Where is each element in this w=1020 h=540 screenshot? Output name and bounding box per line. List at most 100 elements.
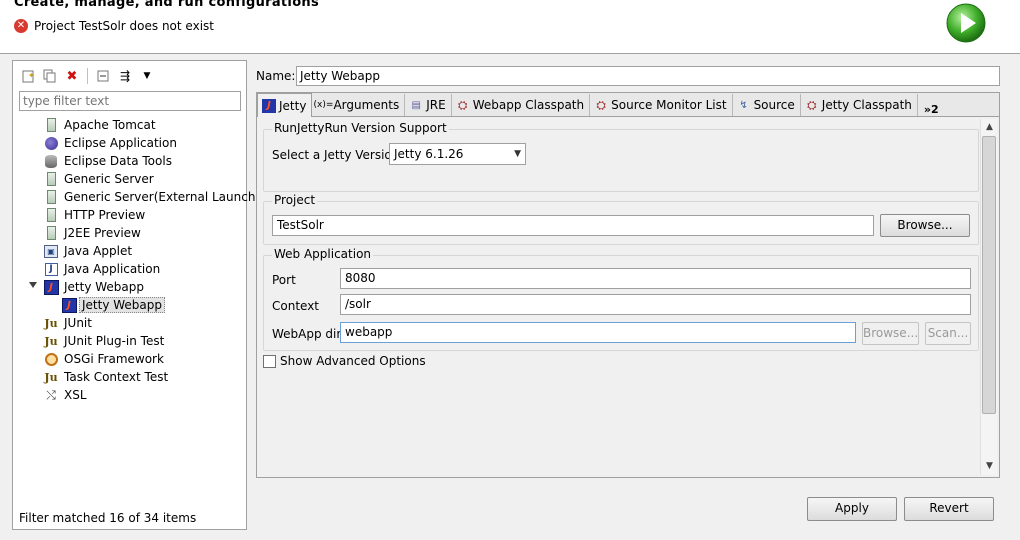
filter-icon[interactable]: ⇶ [116, 67, 134, 85]
tab-source[interactable]: ↯ Source [733, 94, 801, 116]
tab-jre[interactable]: ▤ JRE [405, 94, 452, 116]
tree-item-generic-server-external[interactable]: Generic Server(External Launch) [13, 188, 260, 206]
classpath-icon: ⛭ [596, 97, 606, 112]
jetty-icon: J [61, 297, 77, 313]
advanced-options-checkbox[interactable]: Show Advanced Options [263, 354, 426, 368]
tabs-overflow-button[interactable]: »2 [918, 103, 939, 116]
server-icon [43, 207, 59, 223]
tree-item-generic-server[interactable]: Generic Server [13, 170, 246, 188]
filter-input[interactable] [19, 91, 241, 111]
tree-item-junit[interactable]: Ju JUnit [13, 314, 246, 332]
junit-icon: Ju [44, 316, 58, 330]
project-group: Project TestSolr Browse... [263, 193, 979, 245]
dropdown-icon[interactable]: ▼ [138, 67, 156, 85]
config-list-panel: ✦ ✖ ⇶ ▼ Apache Tomcat Eclipse Applicatio… [12, 60, 260, 530]
osgi-icon [43, 351, 59, 367]
dialog-title: Create, manage, and run configurations [14, 0, 320, 10]
context-input[interactable]: /solr [340, 294, 971, 315]
revert-button[interactable]: Revert [904, 497, 994, 521]
server-icon [43, 117, 59, 133]
webapp-group: Web Application Port 8080 Context /solr … [263, 247, 979, 351]
tab-jetty[interactable]: J Jetty [257, 93, 313, 117]
toolbar-separator [87, 68, 88, 84]
webapp-scan-button[interactable]: Scan... [925, 322, 971, 345]
tree-item-task-context-test[interactable]: Ju Task Context Test [13, 368, 246, 386]
collapse-all-icon[interactable] [94, 67, 112, 85]
tree-item-junit-plugin-test[interactable]: Ju JUnit Plug-in Test [13, 332, 246, 350]
xsl-icon: ⤭ [46, 387, 56, 402]
error-message: ✕ Project TestSolr does not exist [14, 19, 214, 33]
tab-webapp-classpath[interactable]: ⛭ Webapp Classpath [452, 94, 591, 116]
tree-item-jetty-webapp-category[interactable]: J Jetty Webapp [13, 278, 246, 296]
duplicate-icon[interactable] [41, 67, 59, 85]
tree-item-xsl[interactable]: ⤭ XSL [13, 386, 246, 404]
scroll-down-icon[interactable]: ▼ [981, 458, 998, 475]
tree-item-osgi-framework[interactable]: OSGi Framework [13, 350, 246, 368]
classpath-icon: ⛭ [806, 97, 817, 112]
webapp-browse-button[interactable]: Browse... [862, 322, 919, 345]
server-icon [43, 171, 59, 187]
port-label: Port [272, 273, 296, 287]
tree-item-j2ee-preview[interactable]: J2EE Preview [13, 224, 246, 242]
server-icon [43, 189, 59, 205]
project-input[interactable]: TestSolr [272, 215, 874, 236]
port-input[interactable]: 8080 [340, 268, 971, 289]
scroll-thumb[interactable] [982, 136, 996, 414]
error-message-text: Project TestSolr does not exist [34, 19, 214, 33]
checkbox-box[interactable] [263, 354, 276, 368]
scroll-up-icon[interactable]: ▲ [981, 119, 998, 136]
apply-button[interactable]: Apply [807, 497, 897, 521]
arguments-icon: (x)= [313, 100, 334, 110]
config-toolbar: ✦ ✖ ⇶ ▼ [19, 65, 156, 87]
tree-item-jetty-webapp-config[interactable]: J Jetty Webapp [13, 296, 246, 314]
tab-source-monitor-list[interactable]: ⛭ Source Monitor List [590, 94, 733, 116]
vertical-scrollbar[interactable]: ▲ ▼ [980, 119, 997, 475]
tree-item-java-application[interactable]: J Java Application [13, 260, 246, 278]
tree-item-http-preview[interactable]: HTTP Preview [13, 206, 246, 224]
delete-icon[interactable]: ✖ [63, 67, 81, 85]
server-icon [43, 225, 59, 241]
project-browse-button[interactable]: Browse... [880, 214, 970, 237]
applet-icon: ▣ [43, 243, 59, 259]
jetty-version-select[interactable]: Jetty 6.1.26 ▼ [389, 143, 526, 165]
eclipse-icon [43, 135, 59, 151]
dialog-header: Create, manage, and run configurations ✕… [0, 0, 1020, 54]
svg-text:✦: ✦ [28, 71, 35, 80]
java-app-icon: J [43, 261, 59, 277]
run-icon [946, 3, 986, 43]
tree-item-apache-tomcat[interactable]: Apache Tomcat [13, 116, 246, 134]
project-group-title: Project [272, 193, 318, 207]
jetty-version-value: Jetty 6.1.26 [394, 147, 464, 161]
tab-arguments[interactable]: (x)= Arguments [312, 94, 406, 116]
jetty-icon: J [262, 98, 276, 113]
version-group-title: RunJettyRun Version Support [272, 121, 449, 135]
config-tab-folder: J Jetty (x)= Arguments ▤ JRE ⛭ Webapp Classp… [256, 92, 1000, 478]
jetty-version-label: Select a Jetty Version: [272, 148, 404, 162]
database-icon [43, 153, 59, 169]
jre-icon: ▤ [411, 99, 421, 111]
config-tree: Apache Tomcat Eclipse Application Eclips… [13, 116, 260, 404]
name-input[interactable]: Jetty Webapp [296, 66, 1000, 86]
chevron-down-icon: ▼ [514, 149, 521, 159]
webapp-dir-label: WebApp dir [272, 327, 342, 341]
junit-icon: Ju [44, 370, 58, 384]
junit-plugin-icon: Ju [44, 334, 58, 348]
new-config-icon[interactable]: ✦ [19, 67, 37, 85]
tab-bar: J Jetty (x)= Arguments ▤ JRE ⛭ Webapp Classp… [257, 93, 999, 117]
webapp-group-title: Web Application [272, 247, 374, 261]
tree-item-eclipse-data-tools[interactable]: Eclipse Data Tools [13, 152, 246, 170]
jetty-icon: J [43, 279, 59, 295]
error-icon: ✕ [14, 19, 28, 33]
filter-status: Filter matched 16 of 34 items [19, 511, 197, 525]
name-label: Name: [256, 69, 296, 83]
tree-item-java-applet[interactable]: ▣ Java Applet [13, 242, 246, 260]
advanced-options-label: Show Advanced Options [280, 354, 426, 368]
context-label: Context [272, 299, 320, 313]
tree-item-eclipse-application[interactable]: Eclipse Application [13, 134, 246, 152]
webapp-dir-input[interactable]: webapp [340, 322, 856, 343]
version-group: RunJettyRun Version Support Select a Jet… [263, 121, 979, 192]
tab-content: RunJettyRun Version Support Select a Jet… [259, 119, 997, 475]
source-icon: ↯ [739, 99, 748, 111]
tab-jetty-classpath[interactable]: ⛭ Jetty Classpath [801, 94, 918, 116]
expand-twisty-icon[interactable] [29, 282, 37, 288]
